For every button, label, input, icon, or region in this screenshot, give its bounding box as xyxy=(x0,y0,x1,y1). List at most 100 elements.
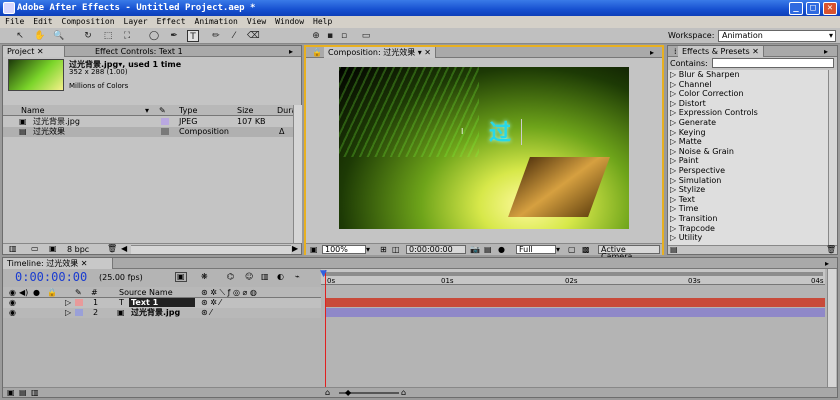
transparency-grid-icon[interactable]: ▩ xyxy=(582,246,590,254)
tab-composition[interactable]: Composition: 过光效果 ▾ ✕ xyxy=(324,47,437,58)
timeline-current-time[interactable]: 0:00:00:00 xyxy=(15,270,87,284)
panel-toggle-icon[interactable]: ▭ xyxy=(360,30,372,42)
column-layer-number[interactable]: # xyxy=(91,287,98,298)
new-preset-icon[interactable]: ▤ xyxy=(670,246,678,254)
snapshot-icon[interactable]: 📷 xyxy=(470,246,480,254)
live-update-icon[interactable]: ❋ xyxy=(201,273,208,281)
effect-category[interactable]: ▷ Channel xyxy=(670,80,712,90)
sort-chevron-icon[interactable]: ▾ xyxy=(145,105,149,116)
transfer-controls-icon[interactable]: ▤ xyxy=(19,389,27,397)
hand-tool-icon[interactable]: ✋ xyxy=(34,30,46,42)
column-size[interactable]: Size xyxy=(237,105,253,116)
zoom-slider-handle-icon[interactable]: ◆ xyxy=(345,389,351,397)
label-color-swatch[interactable] xyxy=(161,128,169,135)
draft-3d-icon[interactable]: ⌬ xyxy=(227,273,234,281)
in-out-toggle-icon[interactable]: ▥ xyxy=(31,389,39,397)
layer-label-swatch[interactable] xyxy=(75,309,83,316)
minimize-button[interactable]: _ xyxy=(789,2,803,15)
tab-timeline[interactable]: Timeline: 过光效果 ✕ xyxy=(3,258,113,269)
menu-view[interactable]: View xyxy=(242,16,270,26)
mask-tool-icon[interactable]: ◯ xyxy=(148,30,160,42)
new-folder-icon[interactable]: ▭ xyxy=(31,245,39,253)
hide-shy-layers-icon[interactable]: ☺ xyxy=(245,273,253,281)
mask-visibility-icon[interactable]: ◫ xyxy=(392,246,400,254)
axis-mode-icon[interactable]: ⊕ xyxy=(310,30,322,42)
effects-scrollbar[interactable] xyxy=(828,70,837,245)
zoom-tool-icon[interactable]: 🔍 xyxy=(53,30,65,42)
effect-category[interactable]: ▷ Transition xyxy=(670,214,717,224)
visibility-eye-icon[interactable]: ◉ xyxy=(9,289,16,297)
close-button[interactable]: ✕ xyxy=(823,2,837,15)
tab-effects-presets[interactable]: Effects & Presets ✕ xyxy=(678,46,764,57)
effect-category[interactable]: ▷ Color Correction xyxy=(670,89,744,99)
zoom-in-icon[interactable]: ⌂ xyxy=(401,389,406,397)
effect-category[interactable]: ▷ Distort xyxy=(670,99,706,109)
layer-switches-icon[interactable]: ⊛ ⁄ xyxy=(201,309,212,317)
maximize-button[interactable]: □ xyxy=(806,2,820,15)
effect-category[interactable]: ▷ Simulation xyxy=(670,176,721,186)
clone-stamp-tool-icon[interactable]: ⁄ xyxy=(228,30,240,42)
layer-name[interactable]: Text 1 xyxy=(129,298,195,307)
type-tool-icon[interactable]: T xyxy=(187,30,199,42)
expand-triangle-icon[interactable]: ▷ xyxy=(65,309,71,317)
tab-effect-controls[interactable]: Effect Controls: Text 1 xyxy=(91,46,187,57)
visibility-eye-icon[interactable]: ◉ xyxy=(9,309,16,317)
world-axis-icon[interactable]: ▪ xyxy=(324,30,336,42)
layer-switches-icon[interactable]: ⊛ ✲ ⁄ xyxy=(201,299,221,307)
effect-category[interactable]: ▷ Keying xyxy=(670,128,706,138)
project-horizontal-scrollbar[interactable] xyxy=(131,245,291,254)
brush-tool-icon[interactable]: ✏ xyxy=(210,30,222,42)
column-source-name[interactable]: Source Name xyxy=(119,287,173,298)
trash-icon[interactable]: 🗑 xyxy=(826,246,836,254)
menu-effect[interactable]: Effect xyxy=(152,16,190,26)
magnification-dropdown[interactable]: 100% xyxy=(322,245,366,254)
chevron-down-icon[interactable]: ▾ xyxy=(366,246,370,254)
visibility-eye-icon[interactable]: ◉ xyxy=(9,299,16,307)
menu-layer[interactable]: Layer xyxy=(119,16,152,26)
project-scrollbar[interactable] xyxy=(293,105,302,243)
column-type[interactable]: Type xyxy=(179,105,197,116)
time-indicator-head-icon[interactable]: ▼ xyxy=(320,269,327,279)
effect-category[interactable]: ▷ Paint xyxy=(670,156,699,166)
effect-category[interactable]: ▷ Noise & Grain xyxy=(670,147,734,157)
timeline-scrollbar[interactable] xyxy=(827,269,836,387)
switches-icon[interactable]: ⊛ ✲ ⟍ ƒ ◎ ⌀ ◍ xyxy=(201,289,257,297)
expand-triangle-icon[interactable]: ▷ xyxy=(65,299,71,307)
show-snapshot-icon[interactable]: ▤ xyxy=(484,246,492,254)
pan-behind-tool-icon[interactable]: ⛶ xyxy=(121,30,133,42)
effect-category[interactable]: ▷ Stylize xyxy=(670,185,705,195)
scroll-left-icon[interactable]: ◀ xyxy=(121,245,127,253)
panel-menu-icon[interactable]: ▸ xyxy=(285,46,297,57)
effect-category[interactable]: ▷ Perspective xyxy=(670,166,725,176)
effect-category[interactable]: ▷ Time xyxy=(670,204,698,214)
menu-file[interactable]: File xyxy=(0,16,28,26)
layer-duration-bar[interactable] xyxy=(325,308,825,317)
region-of-interest-icon[interactable]: ▢ xyxy=(568,246,576,254)
effect-category[interactable]: ▷ Blur & Sharpen xyxy=(670,70,740,80)
interpret-footage-icon[interactable]: ▥ xyxy=(9,245,17,253)
scroll-right-icon[interactable]: ▶ xyxy=(292,245,298,253)
layer-row[interactable]: ◉ ▷ 2 ▣ 过光背景.jpg ⊛ ⁄ xyxy=(3,308,321,318)
resolution-dropdown[interactable]: Full xyxy=(516,245,556,254)
tab-project[interactable]: Project ✕ xyxy=(3,46,65,57)
menu-animation[interactable]: Animation xyxy=(190,16,242,26)
current-time-indicator[interactable] xyxy=(325,270,326,388)
eraser-tool-icon[interactable]: ⌫ xyxy=(247,30,260,42)
panel-menu-icon[interactable]: ▸ xyxy=(820,46,832,57)
camera-view-dropdown[interactable]: Active Camera xyxy=(598,245,660,261)
view-axis-icon[interactable]: ▫ xyxy=(338,30,350,42)
canvas-text[interactable]: 过 xyxy=(489,115,511,147)
layer-name[interactable]: 过光背景.jpg xyxy=(131,308,180,318)
effect-category[interactable]: ▷ Trapcode xyxy=(670,224,715,234)
frame-blending-icon[interactable]: ▥ xyxy=(261,273,269,281)
label-column-icon[interactable]: ✎ xyxy=(75,289,82,297)
label-column-icon[interactable]: ✎ xyxy=(159,105,166,116)
solo-icon[interactable]: ● xyxy=(33,289,40,297)
effect-category[interactable]: ▷ Expression Controls xyxy=(670,108,758,118)
menu-composition[interactable]: Composition xyxy=(57,16,119,26)
panel-menu-icon[interactable]: ▸ xyxy=(821,258,833,269)
layer-switches-toggle-icon[interactable]: ▣ xyxy=(7,389,15,397)
effect-category[interactable]: ▷ Matte xyxy=(670,137,702,147)
effect-category[interactable]: ▷ Generate xyxy=(670,118,716,128)
lock-icon[interactable]: 🔒 xyxy=(47,289,57,297)
